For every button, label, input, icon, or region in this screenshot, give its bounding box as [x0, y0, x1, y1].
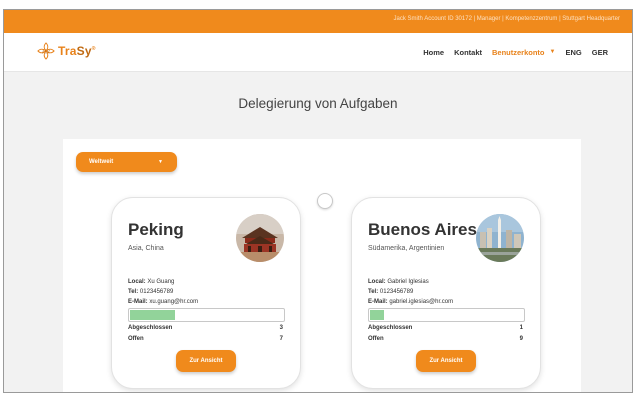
nav-kontakt[interactable]: Kontakt	[454, 48, 482, 57]
city-photo	[236, 214, 284, 262]
nav-lang-eng[interactable]: ENG	[565, 48, 581, 57]
region-dropdown-value: Weltweit	[89, 159, 114, 165]
card-region: Südamerika, Argentinien	[368, 245, 445, 252]
chevron-down-icon: ▼	[158, 159, 163, 165]
view-button[interactable]: Zur Ansicht	[176, 350, 236, 372]
city-photo-image	[476, 214, 524, 262]
stat-done: Abgeschlossen 3	[128, 325, 283, 331]
stat-done: Abgeschlossen 1	[368, 325, 523, 331]
card-city: Peking	[128, 220, 184, 239]
page-title: Delegierung von Aufgaben	[238, 96, 398, 111]
logo[interactable]: HR TraSy®	[37, 42, 96, 60]
main-panel: Weltweit ▼ Peking Asia, China Local: Xu …	[63, 139, 581, 392]
toggle-radio[interactable]	[317, 193, 333, 209]
stat-open: Offen 7	[128, 336, 283, 342]
chevron-down-icon[interactable]: ▼	[550, 49, 556, 57]
progress-fill	[130, 310, 175, 320]
contact-email: gabriel.iglesias@hr.com	[389, 299, 454, 305]
navbar: HR TraSy® Home Kontakt Benutzerkonto ▼ E…	[4, 33, 632, 72]
nav-home[interactable]: Home	[423, 48, 444, 57]
contact-tel: 0123456789	[139, 289, 174, 295]
logo-mark-icon: HR	[37, 42, 55, 60]
nav-benutzerkonto[interactable]: Benutzerkonto	[492, 48, 545, 57]
nav-lang-ger[interactable]: GER	[592, 48, 608, 57]
account-info: Jack Smith Account ID 30172 | Manager | …	[393, 16, 620, 22]
main-menu: Home Kontakt Benutzerkonto ▼ ENG GER	[413, 48, 608, 57]
city-photo	[476, 214, 524, 262]
account-bar: Jack Smith Account ID 30172 | Manager | …	[4, 10, 632, 33]
location-card-peking: Peking Asia, China Local: Xu Guang Tel: …	[111, 197, 301, 389]
contact-name: Xu Guang	[147, 279, 175, 285]
progress-fill	[370, 310, 384, 320]
view-button[interactable]: Zur Ansicht	[416, 350, 476, 372]
svg-text:HR: HR	[41, 50, 50, 56]
card-contact: Local: Gabriel Iglesias Tel: 0123456789 …	[368, 279, 454, 305]
card-contact: Local: Xu Guang Tel: 0123456789 E-Mail: …	[128, 279, 199, 305]
location-card-buenos-aires: Buenos Aires Südamerika, Argentinien Loc…	[351, 197, 541, 389]
contact-name: Gabriel Iglesias	[387, 279, 429, 285]
card-region: Asia, China	[128, 245, 164, 252]
progress-bar	[368, 308, 525, 322]
region-dropdown[interactable]: Weltweit ▼	[76, 152, 177, 172]
card-city: Buenos Aires	[368, 220, 477, 239]
contact-email: xu.guang@hr.com	[149, 299, 199, 305]
progress-bar	[128, 308, 285, 322]
stat-open: Offen 9	[368, 336, 523, 342]
browser-frame: Jack Smith Account ID 30172 | Manager | …	[3, 9, 633, 393]
city-photo-image	[236, 214, 284, 262]
logo-text: TraSy®	[58, 44, 96, 58]
contact-tel: 0123456789	[379, 289, 414, 295]
